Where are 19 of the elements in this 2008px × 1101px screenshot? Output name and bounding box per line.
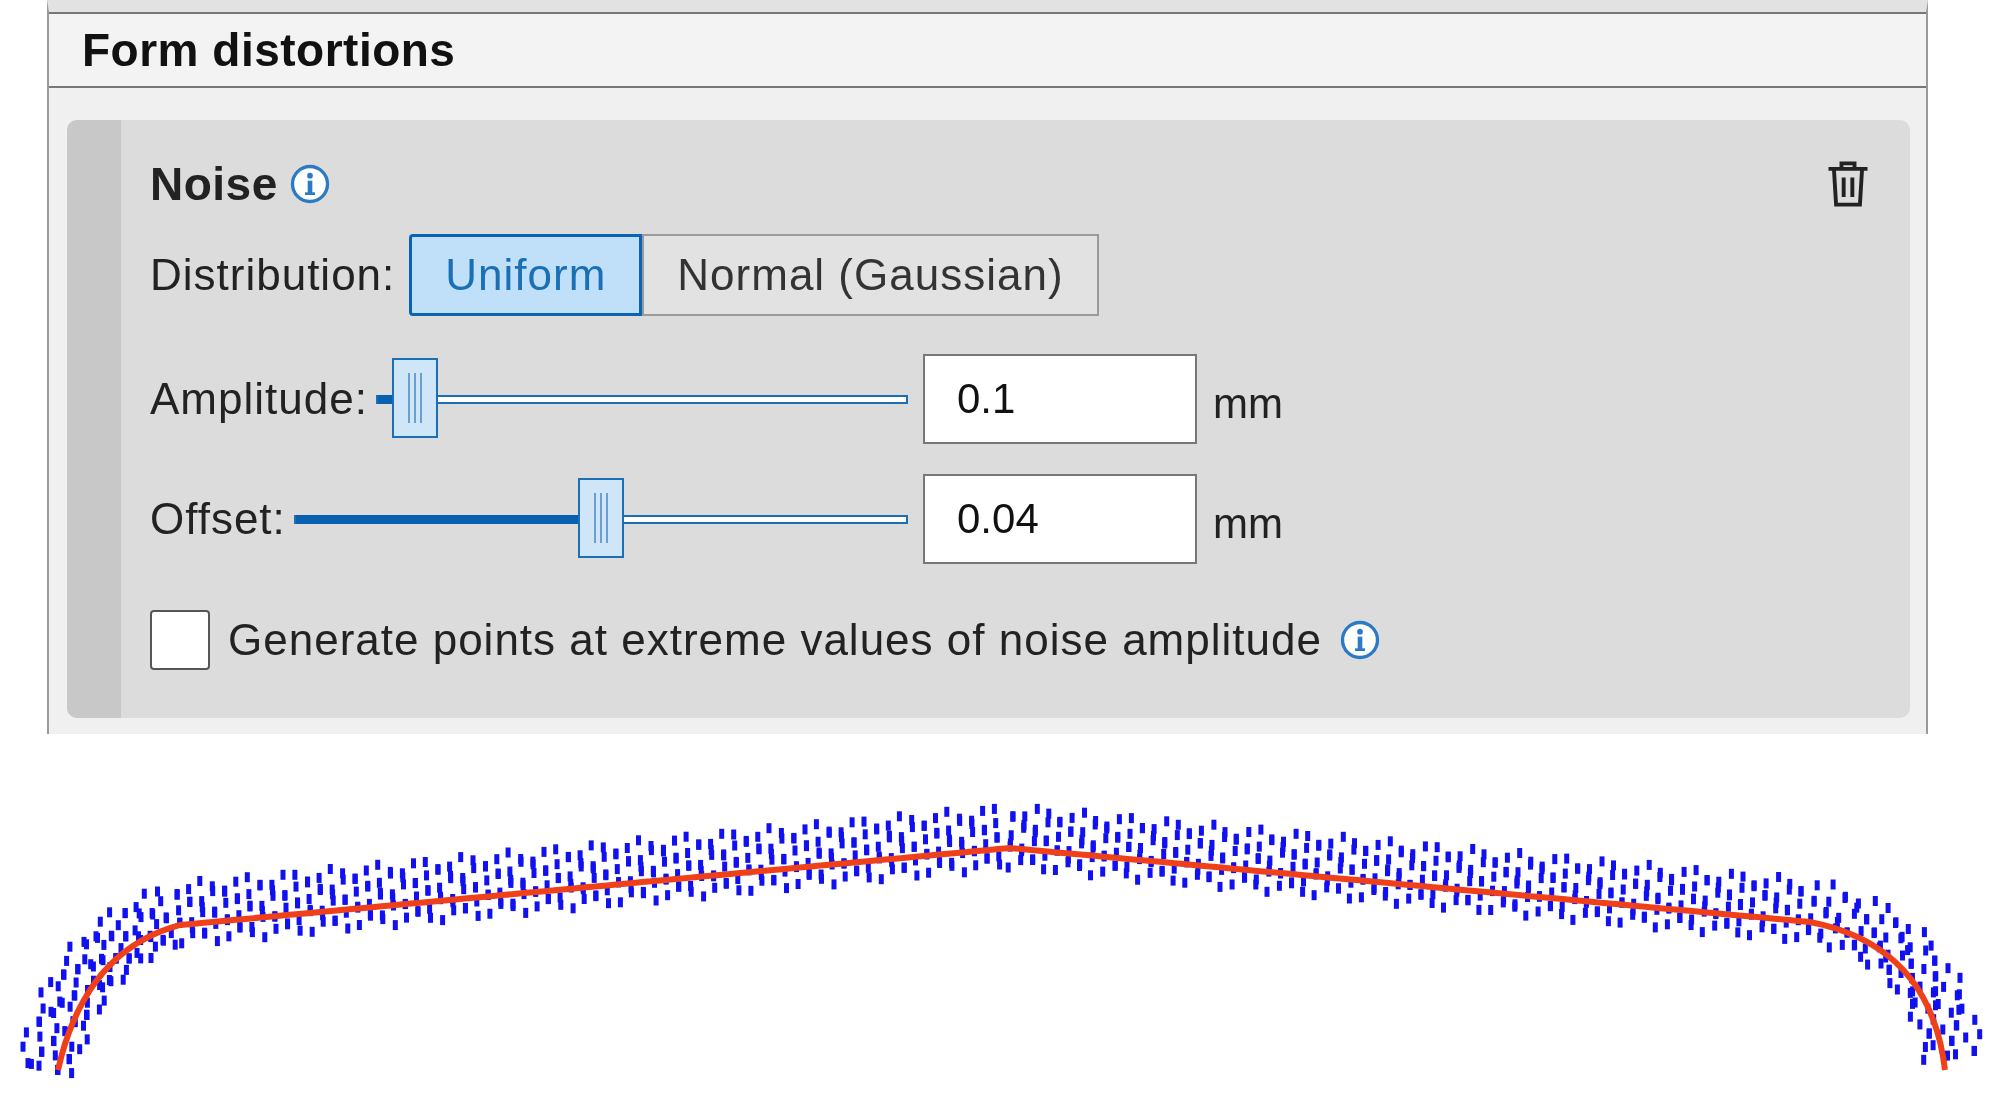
slider-thumb[interactable] bbox=[577, 477, 624, 558]
slider[interactable] bbox=[293, 478, 908, 560]
distortion-title: Noise bbox=[150, 157, 278, 211]
checkbox[interactable] bbox=[150, 610, 210, 670]
slider[interactable] bbox=[375, 358, 908, 440]
info-icon[interactable] bbox=[1339, 620, 1380, 660]
slider-label: Offset: bbox=[150, 494, 286, 544]
value-field[interactable]: 0.04 bbox=[923, 474, 1197, 564]
unit-label: mm bbox=[1213, 500, 1283, 548]
value-field[interactable]: 0.1 bbox=[923, 354, 1197, 444]
distribution-option[interactable]: Uniform bbox=[409, 234, 643, 316]
info-icon[interactable] bbox=[289, 164, 330, 204]
checkbox-label: Generate points at extreme values of noise amplitude bbox=[228, 615, 1322, 665]
slider-label: Amplitude: bbox=[150, 374, 368, 424]
section-title: Form distortions bbox=[82, 23, 456, 77]
slider-thumb[interactable] bbox=[391, 357, 438, 438]
distribution-label: Distribution: bbox=[150, 250, 396, 300]
unit-label: mm bbox=[1213, 380, 1283, 428]
distribution-option[interactable]: Normal (Gaussian) bbox=[642, 234, 1099, 316]
